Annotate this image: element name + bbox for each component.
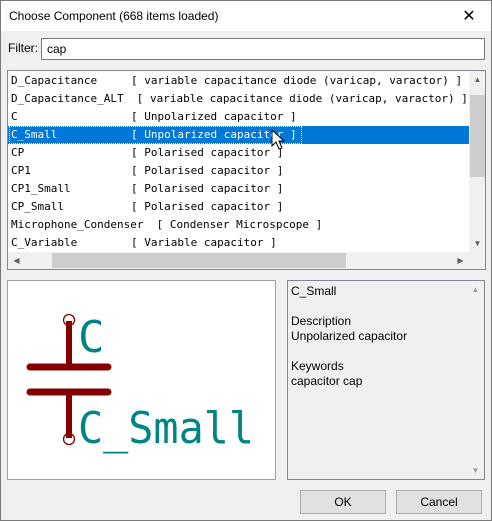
component-list-row[interactable]: C_Small[ Unpolarized capacitor ] <box>8 126 469 144</box>
component-list-row[interactable]: D_Capacitance [ variable capacitance diod… <box>8 72 469 90</box>
info-description: Unpolarized capacitor <box>291 329 408 343</box>
selection-focus-rect <box>9 126 302 144</box>
list-horizontal-scrollbar[interactable]: ◀ ▶ <box>8 252 469 269</box>
component-description: [ Polarised capacitor ] <box>131 200 284 213</box>
vertical-scroll-thumb[interactable] <box>470 95 485 177</box>
symbol-value-text: C_Small <box>78 403 254 454</box>
component-list-row[interactable]: CP1_Small [ Polarised capacitor ] <box>8 180 469 198</box>
component-description: [ Condenser Microspcope ] <box>156 218 323 231</box>
symbol-ref-text: C <box>78 312 105 363</box>
list-vertical-scrollbar[interactable]: ▲ ▼ <box>469 71 485 252</box>
capacitor-symbol: C C_Small <box>26 312 254 454</box>
component-list-row[interactable]: C_Variable [ Variable capacitor ] <box>8 234 469 252</box>
symbol-preview: C C_Small <box>7 280 276 480</box>
component-name: CP1_Small <box>11 182 71 195</box>
scroll-down-icon[interactable]: ▼ <box>469 235 485 252</box>
component-name: Microphone_Condenser <box>11 218 144 231</box>
info-component-name: C_Small <box>291 284 337 298</box>
component-list-row[interactable]: CP [ Polarised capacitor ] <box>8 144 469 162</box>
choose-component-dialog: Choose Component (668 items loaded) ✕ Fi… <box>0 0 492 521</box>
info-keywords-heading: Keywords <box>291 359 344 373</box>
scroll-right-icon[interactable]: ▶ <box>452 252 469 269</box>
component-name: CP_Small <box>11 200 64 213</box>
component-name: C <box>11 110 18 123</box>
info-keywords: capacitor cap <box>291 374 363 388</box>
info-vertical-scrollbar[interactable]: ▲ ▼ <box>467 281 484 479</box>
component-name: CP <box>11 146 25 159</box>
component-description: [ Polarised capacitor ] <box>131 164 284 177</box>
horizontal-scroll-thumb[interactable] <box>52 253 346 268</box>
info-scroll-down-icon[interactable]: ▼ <box>467 462 484 479</box>
component-name: D_Capacitance <box>11 74 98 87</box>
component-description: [ Polarised capacitor ] <box>131 182 284 195</box>
filter-input[interactable] <box>41 38 485 60</box>
component-name: CP1 <box>11 164 31 177</box>
component-description: [ variable capacitance diode (varicap, v… <box>131 74 463 87</box>
component-list-row[interactable]: Microphone_Condenser [ Condenser Microspc… <box>8 216 469 234</box>
scroll-left-icon[interactable]: ◀ <box>8 252 25 269</box>
info-scroll-up-icon[interactable]: ▲ <box>467 281 484 298</box>
component-list-row[interactable]: CP_Small [ Polarised capacitor ] <box>8 198 469 216</box>
mouse-pointer-icon <box>271 129 285 150</box>
scroll-corner <box>469 252 485 269</box>
component-info-panel: C_Small Description Unpolarized capacito… <box>287 280 485 480</box>
filter-label: Filter: <box>8 41 38 55</box>
component-name: C_Variable <box>11 236 78 249</box>
component-description: [ variable capacitance diode (varicap, v… <box>136 92 468 105</box>
close-icon: ✕ <box>462 8 476 25</box>
component-description: [ Variable capacitor ] <box>131 236 277 249</box>
window-title: Choose Component (668 items loaded) <box>9 9 219 23</box>
component-description: [ Polarised capacitor ] <box>131 146 284 159</box>
component-description: [ Unpolarized capacitor ] <box>131 110 297 123</box>
component-list-rows: D_Capacitance [ variable capacitance diod… <box>8 72 469 252</box>
component-list-row[interactable]: D_Capacitance_ALT [ variable capacitance … <box>8 90 469 108</box>
component-list-row[interactable]: C [ Unpolarized capacitor ] <box>8 108 469 126</box>
scroll-up-icon[interactable]: ▲ <box>469 71 485 88</box>
close-button[interactable]: ✕ <box>447 1 491 31</box>
info-description-heading: Description <box>291 314 352 328</box>
component-name: D_Capacitance_ALT <box>11 92 124 105</box>
component-list[interactable]: D_Capacitance [ variable capacitance diod… <box>7 70 486 270</box>
title-bar: Choose Component (668 items loaded) ✕ <box>1 1 491 31</box>
cancel-button[interactable]: Cancel <box>396 490 482 514</box>
component-list-row[interactable]: CP1 [ Polarised capacitor ] <box>8 162 469 180</box>
ok-button[interactable]: OK <box>300 490 386 514</box>
